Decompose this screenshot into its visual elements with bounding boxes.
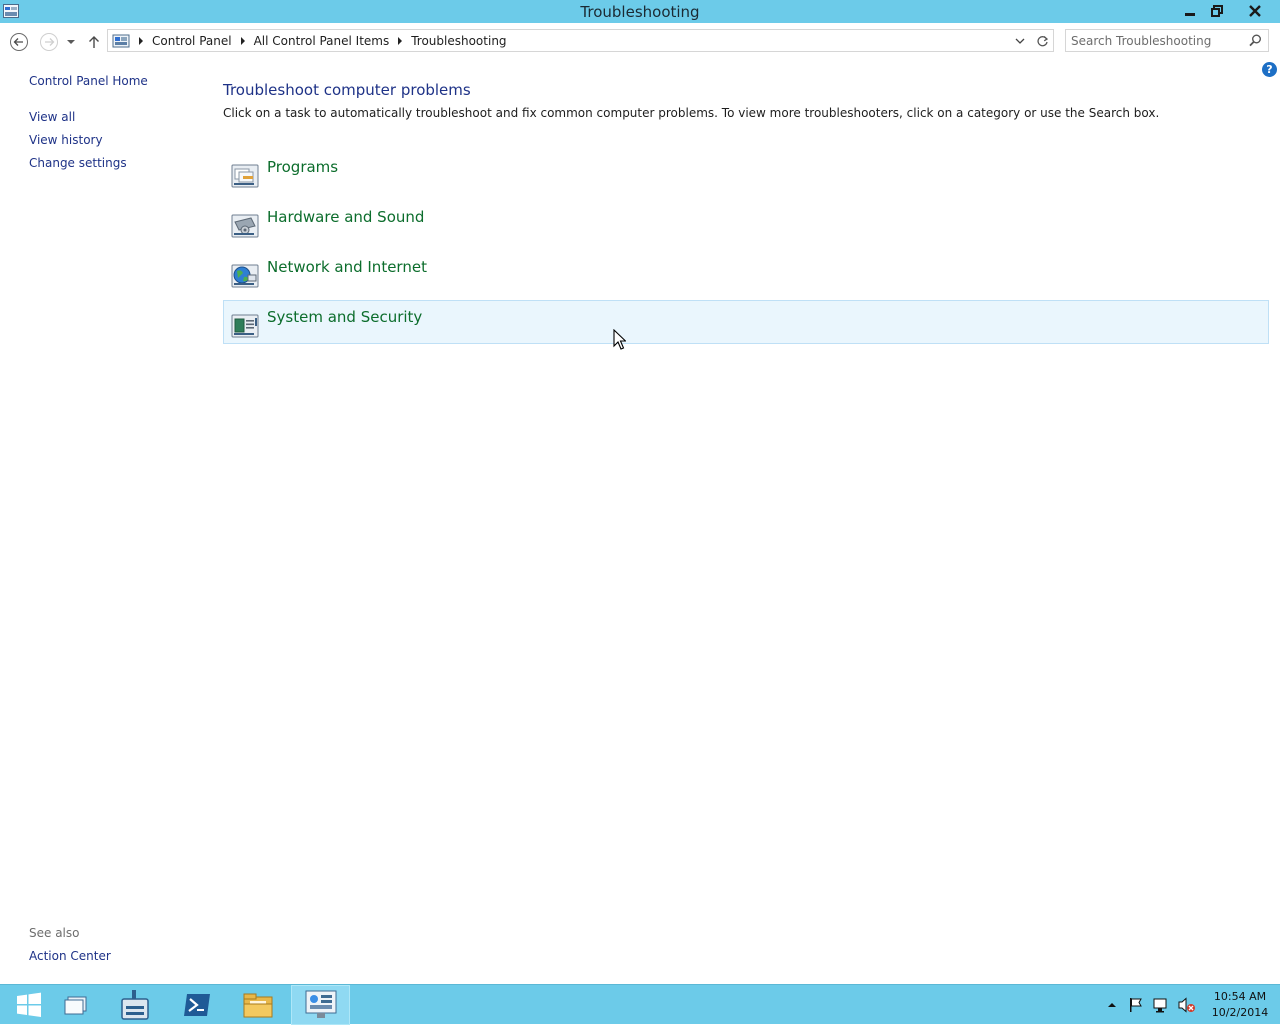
back-button[interactable] bbox=[8, 31, 30, 53]
system-clock[interactable]: 10:54 AM 10/2/2014 bbox=[1206, 989, 1274, 1021]
mouse-cursor-icon bbox=[613, 329, 626, 350]
forward-arrow-icon bbox=[40, 33, 58, 51]
control-panel-location-icon bbox=[112, 34, 130, 48]
breadcrumb-separator[interactable] bbox=[139, 37, 143, 45]
hardware-sound-icon bbox=[231, 214, 259, 238]
view-all-link[interactable]: View all bbox=[29, 110, 75, 124]
programs-icon bbox=[231, 164, 259, 188]
breadcrumb: Control Panel All Control Panel Items Tr… bbox=[112, 33, 507, 49]
search-input[interactable] bbox=[1071, 32, 1241, 49]
taskbar-server-manager[interactable] bbox=[106, 985, 164, 1025]
network-tray[interactable] bbox=[1151, 995, 1171, 1015]
control-panel-icon bbox=[305, 990, 336, 1018]
restore-button[interactable] bbox=[1204, 0, 1230, 21]
recent-locations-button[interactable] bbox=[62, 31, 80, 53]
minimize-icon bbox=[1185, 12, 1195, 16]
see-also-heading: See also bbox=[29, 926, 80, 940]
category-network-and-internet[interactable]: Network and Internet bbox=[223, 250, 1269, 294]
network-icon bbox=[1153, 998, 1167, 1013]
refresh-button[interactable] bbox=[1034, 33, 1050, 49]
volume-tray[interactable] bbox=[1176, 995, 1198, 1015]
taskbar-file-explorer[interactable] bbox=[229, 985, 287, 1025]
taskbar-control-panel[interactable] bbox=[291, 985, 350, 1025]
breadcrumb-separator[interactable] bbox=[240, 37, 245, 45]
page-description: Click on a task to automatically trouble… bbox=[223, 106, 1160, 120]
view-history-link[interactable]: View history bbox=[29, 133, 103, 147]
back-arrow-icon bbox=[10, 33, 28, 51]
windows-logo-icon bbox=[17, 992, 41, 1017]
clock-time: 10:54 AM bbox=[1213, 990, 1267, 1003]
page-title: Troubleshoot computer problems bbox=[223, 81, 471, 99]
restore-icon bbox=[1211, 4, 1223, 17]
breadcrumb-all-items[interactable]: All Control Panel Items bbox=[254, 34, 390, 48]
refresh-icon bbox=[1036, 35, 1048, 46]
category-label[interactable]: Programs bbox=[267, 158, 338, 176]
action-center-tray[interactable] bbox=[1126, 995, 1146, 1015]
forward-button[interactable] bbox=[38, 31, 60, 53]
up-arrow-icon bbox=[89, 36, 99, 48]
breadcrumb-control-panel[interactable]: Control Panel bbox=[152, 34, 232, 48]
category-label[interactable]: Hardware and Sound bbox=[267, 208, 424, 226]
close-button[interactable] bbox=[1231, 0, 1278, 21]
change-settings-link[interactable]: Change settings bbox=[29, 156, 127, 170]
minimize-button[interactable] bbox=[1177, 0, 1203, 21]
address-history-dropdown[interactable] bbox=[1012, 33, 1028, 49]
system-security-icon bbox=[231, 314, 259, 338]
category-hardware-and-sound[interactable]: Hardware and Sound bbox=[223, 200, 1269, 244]
close-icon bbox=[1248, 4, 1261, 17]
title-bar: Troubleshooting bbox=[0, 0, 1280, 23]
server-manager-icon bbox=[121, 990, 149, 1020]
volume-muted-icon bbox=[1178, 997, 1195, 1013]
chevron-down-icon bbox=[67, 40, 75, 44]
category-programs[interactable]: Programs bbox=[223, 150, 1269, 194]
search-box[interactable] bbox=[1065, 29, 1269, 52]
address-bar[interactable]: Control Panel All Control Panel Items Tr… bbox=[107, 29, 1054, 52]
window-title: Troubleshooting bbox=[580, 3, 700, 21]
powershell-icon bbox=[184, 994, 210, 1016]
control-panel-home-link[interactable]: Control Panel Home bbox=[29, 74, 148, 88]
folder-icon bbox=[243, 993, 273, 1018]
chevron-down-icon bbox=[1015, 38, 1025, 44]
help-icon: ? bbox=[1266, 63, 1273, 76]
category-label[interactable]: Network and Internet bbox=[267, 258, 427, 276]
chevron-up-icon bbox=[1108, 1003, 1116, 1007]
action-center-link[interactable]: Action Center bbox=[29, 949, 111, 963]
taskbar-task-view[interactable] bbox=[48, 985, 106, 1025]
flag-icon bbox=[1130, 998, 1142, 1012]
clock-date: 10/2/2014 bbox=[1211, 1006, 1269, 1019]
show-hidden-icons-button[interactable] bbox=[1105, 995, 1119, 1015]
windows-explorer-pane-icon bbox=[64, 996, 87, 1015]
search-icon[interactable] bbox=[1249, 34, 1262, 47]
breadcrumb-separator[interactable] bbox=[398, 37, 403, 45]
category-label[interactable]: System and Security bbox=[267, 308, 422, 326]
help-button[interactable]: ? bbox=[1262, 62, 1277, 77]
network-internet-icon bbox=[231, 264, 259, 288]
category-system-and-security[interactable]: System and Security bbox=[223, 300, 1269, 344]
taskbar-powershell[interactable] bbox=[168, 985, 226, 1025]
taskbar: 10:54 AM 10/2/2014 bbox=[0, 984, 1280, 1025]
breadcrumb-troubleshooting[interactable]: Troubleshooting bbox=[411, 34, 506, 48]
up-button[interactable] bbox=[84, 31, 104, 53]
